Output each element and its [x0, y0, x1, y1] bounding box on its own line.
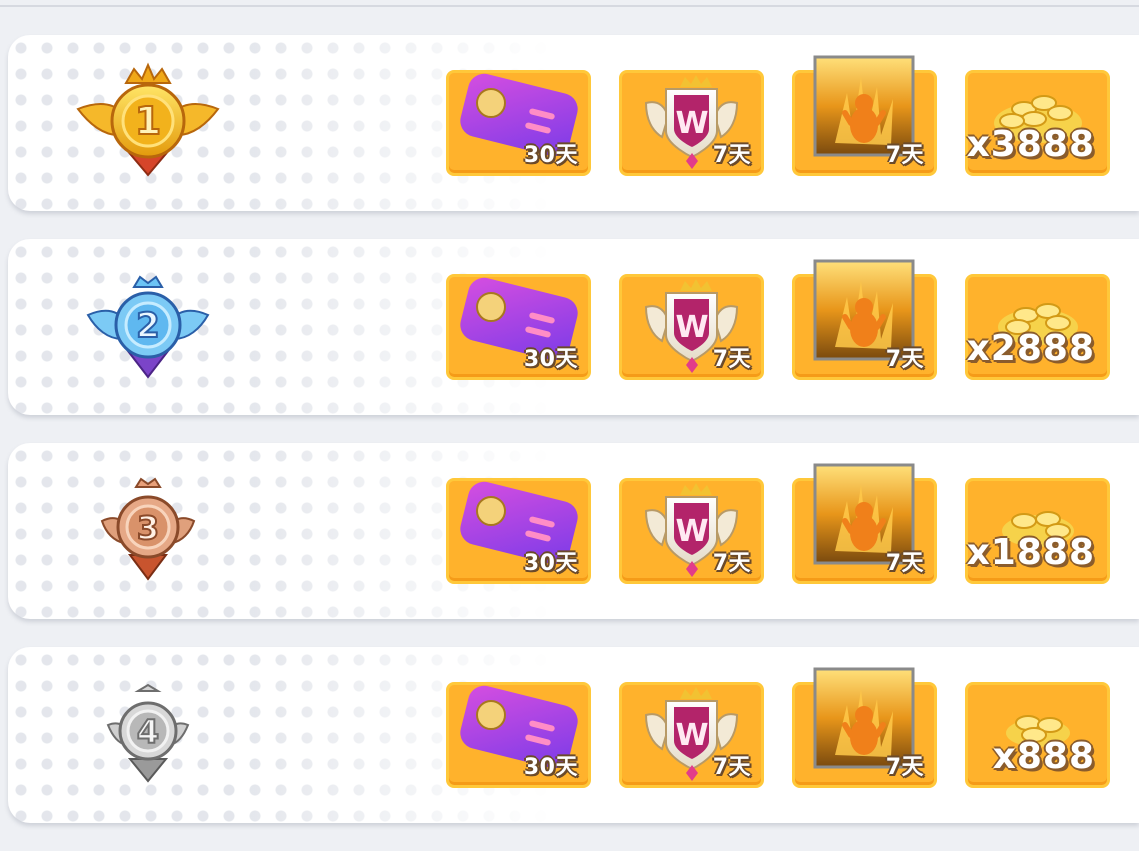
reward-emblem[interactable]: W 7天 [619, 478, 764, 584]
reward-emblem[interactable]: W 7天 [619, 274, 764, 380]
svg-text:W: W [675, 106, 708, 141]
reward-duration: 7天 [712, 551, 751, 576]
rank-row: 2 30天 W 7天 7天 x2888 [8, 239, 1139, 415]
reward-duration: 7天 [885, 755, 924, 780]
gold-rank-medal-icon: 1 [76, 62, 220, 177]
reward-coins[interactable]: x888 [965, 682, 1110, 788]
rank-number: 2 [136, 306, 160, 346]
reward-emblem[interactable]: W 7天 [619, 70, 764, 176]
reward-duration: 30天 [523, 347, 578, 372]
reward-name-card[interactable]: 30天 [446, 70, 591, 176]
reward-effect[interactable]: 7天 [792, 55, 937, 176]
reward-duration: 7天 [712, 347, 751, 372]
reward-coins[interactable]: x3888 [965, 70, 1110, 176]
blue-rank-medal-icon: 2 [86, 275, 210, 379]
reward-duration: 7天 [885, 551, 924, 576]
reward-items: 30天 W 7天 [446, 55, 1138, 176]
svg-text:W: W [675, 310, 708, 345]
reward-coins[interactable]: x2888 [965, 274, 1110, 380]
reward-items: 30天 W 7天 [446, 259, 1138, 380]
bronze-rank-medal-icon: 3 [100, 477, 196, 581]
svg-text:W: W [675, 718, 708, 753]
reward-duration: 7天 [712, 143, 751, 168]
reward-name-card[interactable]: 30天 [446, 274, 591, 380]
reward-duration: 30天 [523, 143, 578, 168]
rank-number: 1 [135, 99, 161, 143]
reward-items: 30天 W 7天 [446, 667, 1138, 788]
coin-amount: x888 [992, 736, 1095, 777]
reward-duration: 7天 [885, 347, 924, 372]
rank-number: 3 [137, 509, 159, 547]
reward-duration: 30天 [523, 755, 578, 780]
reward-duration: 30天 [523, 551, 578, 576]
reward-effect[interactable]: 7天 [792, 463, 937, 584]
rank-row: 3 30天 W 7天 7天 x1888 [8, 443, 1139, 619]
gray-rank-medal-icon: 4 [106, 683, 190, 783]
rank-row: 4 30天 W 7天 7天 x888 [8, 647, 1139, 823]
coin-amount: x3888 [966, 124, 1095, 165]
reward-effect[interactable]: 7天 [792, 667, 937, 788]
reward-name-card[interactable]: 30天 [446, 682, 591, 788]
reward-name-card[interactable]: 30天 [446, 478, 591, 584]
svg-text:W: W [675, 514, 708, 549]
reward-coins[interactable]: x1888 [965, 478, 1110, 584]
top-divider [0, 5, 1139, 7]
reward-duration: 7天 [885, 143, 924, 168]
rank-row: 1 30天 W 7天 7天 x3888 [8, 35, 1139, 211]
coin-amount: x2888 [966, 328, 1095, 369]
reward-effect[interactable]: 7天 [792, 259, 937, 380]
reward-emblem[interactable]: W 7天 [619, 682, 764, 788]
reward-items: 30天 W 7天 [446, 463, 1138, 584]
reward-duration: 7天 [712, 755, 751, 780]
coin-amount: x1888 [966, 532, 1095, 573]
rank-reward-list: 1 30天 W 7天 7天 x3888 2 30天 W 7天 7天 x2888 … [8, 35, 1139, 851]
rank-number: 4 [137, 713, 159, 751]
